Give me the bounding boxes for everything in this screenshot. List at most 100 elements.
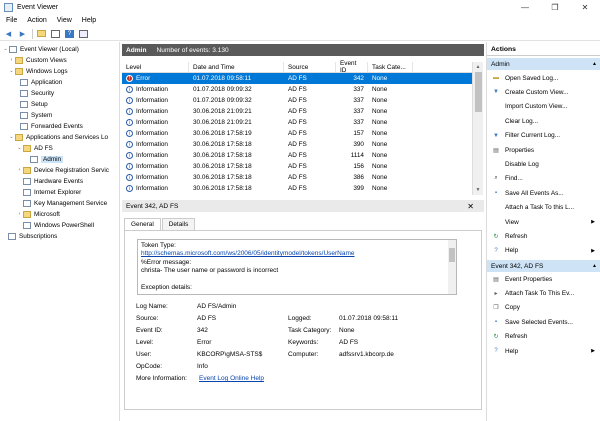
log-icon: [30, 155, 38, 163]
table-row[interactable]: i Information 30.06.2018 17:58:18 AD FS 399 N…: [122, 183, 472, 194]
action-open-saved-log[interactable]: ▬ Open Saved Log...: [487, 72, 600, 84]
action-save-selected-events[interactable]: ▪ Save Selected Events...: [487, 316, 600, 328]
tree-item-custom-views[interactable]: › Custom Views: [8, 55, 67, 65]
action-label: Save Selected Events...: [505, 318, 573, 326]
action-event-properties[interactable]: ▤ Event Properties: [487, 273, 600, 285]
action-label: Create Custom View...: [505, 88, 569, 96]
scroll-up-icon[interactable]: ▲: [473, 62, 483, 72]
action-attach-a-task-to-this-l[interactable]: Attach a Task To this L...: [487, 202, 600, 214]
tree-item-adfs[interactable]: ⌄ AD FS: [16, 143, 53, 153]
action-disable-log[interactable]: Disable Log: [487, 158, 600, 170]
date-cell: 30.06.2018 17:58:18: [193, 163, 252, 170]
column-task-category[interactable]: Task Cate...: [368, 62, 413, 72]
table-row[interactable]: i Information 30.06.2018 17:58:18 AD FS 156 N…: [122, 161, 472, 172]
minimize-button[interactable]: —: [510, 0, 540, 14]
log-icon: [20, 100, 28, 108]
message-scrollbar[interactable]: [448, 240, 456, 294]
tree-item-forwarded-events[interactable]: Forwarded Events: [20, 121, 83, 131]
scrollbar-thumb[interactable]: [449, 248, 455, 262]
table-row[interactable]: i Information 30.06.2018 17:58:19 AD FS 157 N…: [122, 128, 472, 139]
date-cell: 01.07.2018 09:09:32: [193, 97, 252, 104]
show-hide-tree-icon[interactable]: [50, 29, 61, 39]
action-create-custom-view[interactable]: ▼ Create Custom View...: [487, 86, 600, 98]
token-type-link[interactable]: http://schemas.microsoft.com/ws/2006/05/…: [141, 250, 453, 258]
column-date[interactable]: Date and Time: [189, 62, 284, 72]
tree-item-system[interactable]: System: [20, 110, 52, 120]
column-level[interactable]: Level: [122, 62, 189, 72]
event-message-box[interactable]: Token Type: http://schemas.microsoft.com…: [137, 239, 457, 295]
action-refresh[interactable]: ↻ Refresh: [487, 230, 600, 242]
action-import-custom-view[interactable]: Import Custom View...: [487, 101, 600, 113]
action-find[interactable]: ⌕ Find...: [487, 173, 600, 185]
computer-value: adfssrv1.kbcorp.de: [339, 351, 394, 358]
event-id-cell: 1114: [350, 152, 364, 159]
action-attach-task-to-this-ev[interactable]: ▸ Attach Task To This Ev...: [487, 287, 600, 299]
menu-action[interactable]: Action: [27, 17, 46, 24]
menu-file[interactable]: File: [6, 17, 17, 24]
table-row[interactable]: i Information 30.06.2018 17:58:18 AD FS 390 N…: [122, 139, 472, 150]
action-view[interactable]: View ▶: [487, 216, 600, 228]
table-row[interactable]: i Information 30.06.2018 21:09:21 AD FS 337 N…: [122, 106, 472, 117]
tree-item-setup[interactable]: Setup: [20, 99, 48, 109]
action-help[interactable]: ? Help ▶: [487, 345, 600, 357]
table-row[interactable]: i Information 30.06.2018 21:09:21 AD FS 337 N…: [122, 117, 472, 128]
action-help[interactable]: ? Help ▶: [487, 245, 600, 257]
up-folder-icon[interactable]: [36, 29, 47, 39]
table-row[interactable]: i Information 01.07.2018 09:09:32 AD FS 337 N…: [122, 84, 472, 95]
table-row[interactable]: ! Error 01.07.2018 09:58:11 AD FS 342 None: [122, 73, 472, 84]
action-properties[interactable]: ▤ Properties: [487, 144, 600, 156]
tree-item-device-registration[interactable]: › Device Registration Servic: [16, 165, 109, 175]
log-name-label: Log Name:: [136, 303, 168, 310]
forward-icon[interactable]: ▶: [17, 29, 28, 39]
event-log-online-help-link[interactable]: Event Log Online Help: [199, 375, 264, 382]
task-cell: None: [372, 130, 388, 137]
date-cell: 30.06.2018 21:09:21: [193, 108, 252, 115]
tab-general[interactable]: General: [124, 218, 161, 230]
tree-item-windows-logs[interactable]: ⌄ Windows Logs: [8, 66, 68, 76]
tree-item-hardware-events[interactable]: Hardware Events: [23, 176, 83, 186]
scrollbar-thumb[interactable]: [475, 72, 482, 112]
action-refresh[interactable]: ↻ Refresh: [487, 331, 600, 343]
action-clear-log[interactable]: Clear Log...: [487, 115, 600, 127]
maximize-button[interactable]: ❐: [540, 0, 570, 14]
filter-icon: ▼: [493, 89, 499, 96]
tree-item-admin[interactable]: Admin: [30, 154, 64, 164]
action-label: Import Custom View...: [505, 103, 568, 111]
log-icon: [20, 111, 28, 119]
source-cell: AD FS: [288, 130, 307, 137]
action-copy[interactable]: ❐ Copy: [487, 302, 600, 314]
properties-icon: ▤: [493, 276, 499, 283]
task-cell: None: [372, 119, 388, 126]
column-source[interactable]: Source: [284, 62, 336, 72]
event-list-scrollbar[interactable]: ▲ ▼: [472, 62, 483, 195]
close-detail-icon[interactable]: ✕: [467, 202, 474, 211]
date-cell: 30.06.2018 17:58:19: [193, 130, 252, 137]
actions-section-admin[interactable]: Admin ▲: [487, 58, 600, 70]
tree-item-application[interactable]: Application: [20, 77, 62, 87]
tree-item-key-management[interactable]: Key Management Service: [23, 198, 107, 208]
properties-icon[interactable]: [78, 29, 89, 39]
tree-item-root[interactable]: ⌄ Event Viewer (Local): [2, 44, 79, 54]
table-row[interactable]: i Information 01.07.2018 09:09:32 AD FS 337 N…: [122, 95, 472, 106]
tree-item-microsoft[interactable]: › Microsoft: [16, 209, 60, 219]
scroll-down-icon[interactable]: ▼: [473, 185, 483, 195]
copy-icon: ❐: [493, 305, 499, 312]
menu-help[interactable]: Help: [82, 17, 96, 24]
menu-view[interactable]: View: [57, 17, 72, 24]
close-button[interactable]: ✕: [570, 0, 600, 14]
submenu-arrow-icon: ▶: [591, 247, 595, 254]
tree-item-windows-powershell[interactable]: Windows PowerShell: [23, 220, 94, 230]
back-icon[interactable]: ◀: [3, 29, 14, 39]
column-event-id[interactable]: Event ID: [336, 60, 368, 74]
action-filter-current-log[interactable]: ▼ Filter Current Log...: [487, 130, 600, 142]
actions-section-event[interactable]: Event 342, AD FS ▲: [487, 260, 600, 272]
tab-details[interactable]: Details: [161, 218, 196, 230]
action-save-all-events-as[interactable]: ▪ Save All Events As...: [487, 187, 600, 199]
help-icon[interactable]: ?: [64, 29, 75, 39]
table-row[interactable]: i Information 30.06.2018 17:58:18 AD FS 386 N…: [122, 172, 472, 183]
tree-item-apps-services[interactable]: ⌄ Applications and Services Lo: [8, 132, 108, 142]
table-row[interactable]: i Information 30.06.2018 17:58:18 AD FS 1114…: [122, 150, 472, 161]
tree-item-internet-explorer[interactable]: Internet Explorer: [23, 187, 81, 197]
tree-item-subscriptions[interactable]: Subscriptions: [8, 231, 57, 241]
tree-item-security[interactable]: Security: [20, 88, 54, 98]
